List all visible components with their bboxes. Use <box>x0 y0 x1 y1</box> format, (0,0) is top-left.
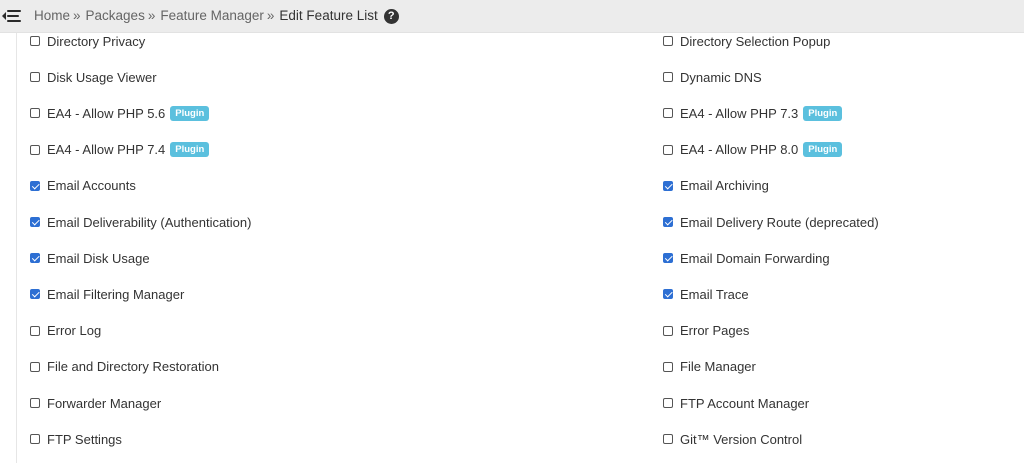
breadcrumb-separator: » <box>147 8 156 23</box>
feature-item[interactable]: Email Disk Usage <box>30 249 150 267</box>
feature-label: Forwarder Manager <box>47 395 162 411</box>
plugin-badge: Plugin <box>170 105 210 121</box>
feature-checkbox[interactable] <box>663 253 673 264</box>
feature-item[interactable]: Email Delivery Route (deprecated) <box>663 213 879 231</box>
feature-item[interactable]: Disk Usage Viewer <box>30 68 157 86</box>
feature-item[interactable]: Email Domain Forwarding <box>663 249 830 267</box>
feature-item[interactable]: EA4 - Allow PHP 7.3 Plugin <box>663 104 843 122</box>
feature-label: Dynamic DNS <box>680 69 762 85</box>
feature-label: Email Filtering Manager <box>47 286 185 302</box>
page-title: Edit Feature List <box>279 8 378 23</box>
feature-list: Directory Privacy Disk Usage Viewer EA4 - … <box>0 33 1024 463</box>
feature-item[interactable]: Email Archiving <box>663 177 769 195</box>
feature-label: Error Pages <box>680 323 750 339</box>
menu-toggle-icon[interactable] <box>2 7 22 25</box>
feature-label: Email Archiving <box>680 178 769 194</box>
feature-label: Email Domain Forwarding <box>680 250 830 266</box>
feature-checkbox[interactable] <box>30 108 40 119</box>
feature-label: FTP Settings <box>47 431 122 447</box>
feature-checkbox[interactable] <box>663 289 673 300</box>
help-icon[interactable]: ? <box>383 8 399 24</box>
feature-item[interactable]: Error Pages <box>663 322 749 340</box>
feature-checkbox[interactable] <box>30 72 40 83</box>
feature-checkbox[interactable] <box>663 144 673 155</box>
feature-item[interactable]: FTP Settings <box>30 430 122 448</box>
feature-checkbox[interactable] <box>30 325 40 336</box>
feature-checkbox[interactable] <box>663 434 673 445</box>
feature-checkbox[interactable] <box>663 72 673 83</box>
breadcrumb-feature-manager-link[interactable]: Feature Manager <box>160 7 264 25</box>
feature-checkbox[interactable] <box>30 180 40 191</box>
feature-item[interactable]: Git™ Version Control <box>663 430 802 448</box>
plugin-badge: Plugin <box>803 142 843 158</box>
feature-checkbox[interactable] <box>30 398 40 408</box>
feature-item[interactable]: EA4 - Allow PHP 7.4 Plugin <box>30 141 210 159</box>
feature-item[interactable]: EA4 - Allow PHP 8.0 Plugin <box>663 141 843 159</box>
plugin-badge: Plugin <box>170 142 210 158</box>
breadcrumb-separator: » <box>266 8 275 23</box>
feature-checkbox[interactable] <box>663 108 673 119</box>
feature-checkbox[interactable] <box>30 289 40 300</box>
feature-checkbox[interactable] <box>663 36 673 46</box>
breadcrumb-packages-link[interactable]: Packages <box>86 7 145 25</box>
feature-label: Email Delivery Route (deprecated) <box>680 214 879 230</box>
feature-item[interactable]: Email Filtering Manager <box>30 285 184 303</box>
feature-label: Directory Selection Popup <box>680 33 831 49</box>
feature-label: Git™ Version Control <box>680 431 803 447</box>
feature-item[interactable]: Email Deliverability (Authentication) <box>30 213 251 231</box>
feature-checkbox[interactable] <box>30 36 40 46</box>
feature-label: Email Accounts <box>47 178 136 194</box>
feature-label: Error Log <box>47 323 102 339</box>
feature-item[interactable]: Dynamic DNS <box>663 68 762 86</box>
feature-item[interactable]: Directory Privacy <box>30 32 145 50</box>
feature-label: EA4 - Allow PHP 7.3 <box>680 105 799 121</box>
feature-item[interactable]: FTP Account Manager <box>663 394 809 412</box>
feature-item[interactable]: Directory Selection Popup <box>663 32 830 50</box>
feature-label: Email Disk Usage <box>47 250 150 266</box>
feature-checkbox[interactable] <box>663 398 673 408</box>
feature-label: EA4 - Allow PHP 7.4 <box>47 142 166 158</box>
breadcrumb-separator: » <box>73 8 81 23</box>
plugin-badge: Plugin <box>803 105 843 121</box>
feature-checkbox[interactable] <box>663 217 673 227</box>
feature-label: EA4 - Allow PHP 5.6 <box>47 105 166 121</box>
feature-label: Email Trace <box>680 286 749 302</box>
feature-label: Directory Privacy <box>47 33 146 49</box>
feature-item[interactable]: Forwarder Manager <box>30 394 161 412</box>
breadcrumb: Home » Packages » Feature Manager » Edit… <box>34 7 399 25</box>
feature-checkbox[interactable] <box>663 180 673 191</box>
feature-checkbox[interactable] <box>30 253 40 264</box>
top-bar: Home » Packages » Feature Manager » Edit… <box>0 0 1024 33</box>
feature-label: File and Directory Restoration <box>47 359 219 375</box>
feature-item[interactable]: EA4 - Allow PHP 5.6 Plugin <box>30 104 210 122</box>
feature-checkbox[interactable] <box>30 144 40 155</box>
feature-item[interactable]: File Manager <box>663 358 756 376</box>
feature-label: File Manager <box>680 359 756 375</box>
feature-checkbox[interactable] <box>663 361 673 372</box>
feature-item[interactable]: File and Directory Restoration <box>30 358 219 376</box>
feature-label: EA4 - Allow PHP 8.0 <box>680 142 799 158</box>
feature-label: Disk Usage Viewer <box>47 69 157 85</box>
feature-checkbox[interactable] <box>30 361 40 372</box>
feature-item[interactable]: Email Accounts <box>30 177 136 195</box>
feature-checkbox[interactable] <box>30 434 40 445</box>
feature-label: FTP Account Manager <box>680 395 810 411</box>
feature-item[interactable]: Error Log <box>30 322 101 340</box>
feature-item[interactable]: Email Trace <box>663 285 749 303</box>
feature-checkbox[interactable] <box>30 217 40 227</box>
feature-checkbox[interactable] <box>663 325 673 336</box>
feature-label: Email Deliverability (Authentication) <box>47 214 252 230</box>
breadcrumb-home-link[interactable]: Home <box>34 7 70 25</box>
